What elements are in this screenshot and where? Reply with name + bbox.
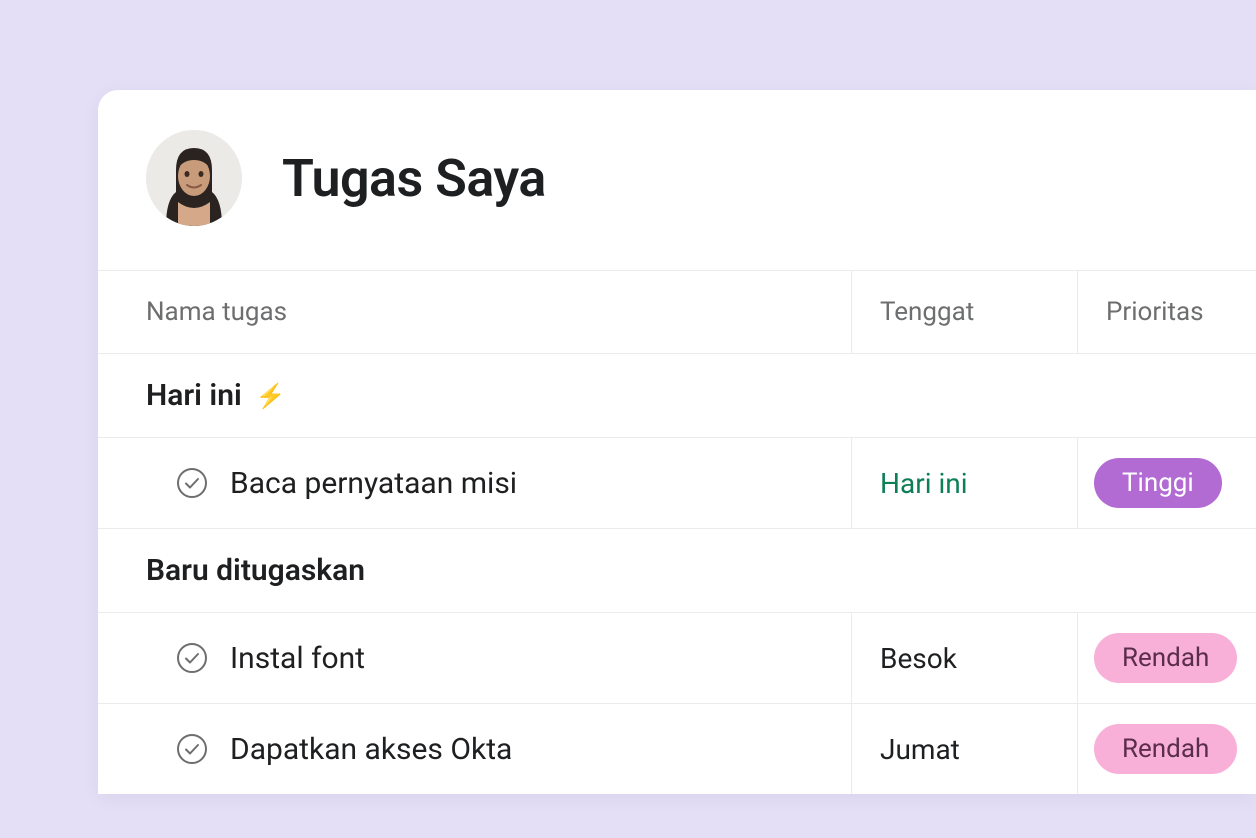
avatar[interactable] <box>146 130 242 226</box>
task-priority-cell: Tinggi <box>1078 438 1256 528</box>
section-header[interactable]: Hari ini ⚡ <box>98 354 1256 438</box>
table-header-row: Nama tugas Tenggat Prioritas <box>98 270 1256 354</box>
task-name-cell: Instal font <box>98 613 852 703</box>
task-card: Tugas Saya Nama tugas Tenggat Prioritas … <box>98 90 1256 794</box>
column-header-priority[interactable]: Prioritas <box>1078 271 1256 353</box>
task-name-cell: Baca pernyataan misi <box>98 438 852 528</box>
task-sections: Hari ini ⚡ Baca pernyataan misi Hari ini Ti… <box>98 354 1256 794</box>
task-deadline-cell: Jumat <box>852 704 1078 794</box>
task-deadline: Hari ini <box>880 467 968 500</box>
task-priority-cell: Rendah <box>1078 613 1256 703</box>
bolt-icon: ⚡ <box>256 382 286 410</box>
task-name: Instal font <box>230 641 365 676</box>
task-name: Dapatkan akses Okta <box>230 732 512 767</box>
card-header: Tugas Saya <box>98 90 1256 270</box>
section-header[interactable]: Baru ditugaskan <box>98 529 1256 613</box>
task-row[interactable]: Baca pernyataan misi Hari ini Tinggi <box>98 438 1256 529</box>
page-title: Tugas Saya <box>282 148 546 209</box>
check-circle-icon[interactable] <box>176 733 208 765</box>
priority-badge[interactable]: Rendah <box>1094 724 1237 774</box>
task-priority-cell: Rendah <box>1078 704 1256 794</box>
task-deadline: Jumat <box>880 733 960 766</box>
task-row[interactable]: Dapatkan akses Okta Jumat Rendah <box>98 704 1256 794</box>
check-circle-icon[interactable] <box>176 467 208 499</box>
section-label: Baru ditugaskan <box>146 553 365 588</box>
check-circle-icon[interactable] <box>176 642 208 674</box>
section-label: Hari ini <box>146 378 242 413</box>
column-header-name[interactable]: Nama tugas <box>98 271 852 353</box>
task-deadline-cell: Besok <box>852 613 1078 703</box>
priority-badge[interactable]: Tinggi <box>1094 458 1222 508</box>
task-name: Baca pernyataan misi <box>230 466 517 501</box>
priority-badge[interactable]: Rendah <box>1094 633 1237 683</box>
avatar-image-icon <box>146 130 242 226</box>
task-row[interactable]: Instal font Besok Rendah <box>98 613 1256 704</box>
task-deadline-cell: Hari ini <box>852 438 1078 528</box>
column-header-deadline[interactable]: Tenggat <box>852 271 1078 353</box>
task-name-cell: Dapatkan akses Okta <box>98 704 852 794</box>
task-deadline: Besok <box>880 642 957 675</box>
